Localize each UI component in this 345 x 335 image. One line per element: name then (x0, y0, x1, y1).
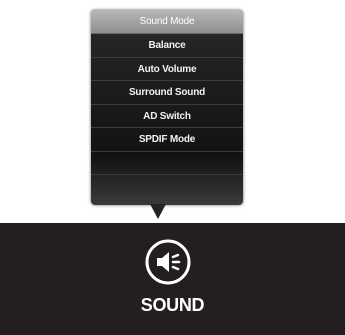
menu-item-empty (91, 175, 243, 199)
sound-options-menu: Sound Mode Balance Auto Volume Surround … (91, 10, 243, 205)
sound-menu-label: SOUND (140, 295, 205, 315)
sound-options-list: Sound Mode Balance Auto Volume Surround … (91, 10, 243, 199)
tv-sound-settings-screen: Sound Mode Balance Auto Volume Surround … (0, 0, 345, 335)
menu-item-empty (91, 152, 243, 175)
menu-item-sound-mode[interactable]: Sound Mode (91, 10, 243, 34)
menu-item-surround-sound[interactable]: Surround Sound (91, 81, 243, 105)
bottom-menu-bar: SOUND (0, 223, 345, 335)
menu-item-auto-volume[interactable]: Auto Volume (91, 58, 243, 81)
menu-item-spdif-mode[interactable]: SPDIF Mode (91, 128, 243, 152)
menu-item-ad-switch[interactable]: AD Switch (91, 105, 243, 128)
menu-pointer-arrow (150, 204, 166, 219)
menu-item-balance[interactable]: Balance (91, 34, 243, 58)
speaker-icon[interactable] (144, 238, 192, 286)
